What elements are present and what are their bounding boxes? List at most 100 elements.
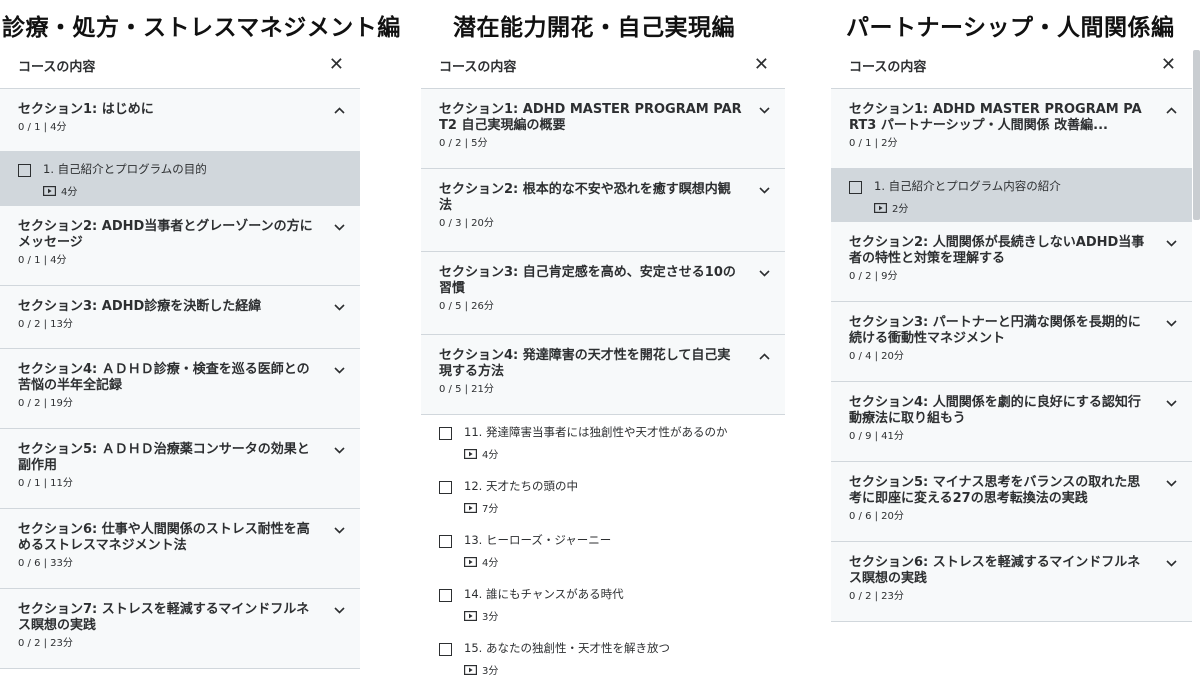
section-progress: 0 / 1 | 4分 (18, 255, 67, 266)
lesson-body: 11. 発達障害当事者には独創性や天才性があるのか 4分 (464, 425, 769, 463)
chevron-down-icon[interactable] (758, 104, 770, 116)
section-header[interactable]: セクション1: はじめに 0 / 1 | 4分 (0, 89, 360, 152)
lesson-item[interactable]: 14. 誰にもチャンスがある時代 3分 (421, 577, 785, 631)
close-icon[interactable]: ✕ (329, 56, 344, 74)
section-header[interactable]: セクション2: 根本的な不安や恐れを癒す瞑想内観法 0 / 3 | 20分 (421, 169, 785, 252)
chevron-down-icon[interactable] (1165, 317, 1177, 329)
chevron-down-icon[interactable] (333, 604, 345, 616)
section-title: セクション5: ＡＤＨＤ治療薬コンサータの効果と副作用 (18, 442, 310, 473)
chevron-down-icon[interactable] (1165, 237, 1177, 249)
chevron-down-icon[interactable] (333, 444, 345, 456)
chevron-down-icon[interactable] (333, 364, 345, 376)
section-header[interactable]: セクション5: ＡＤＨＤ治療薬コンサータの効果と副作用 0 / 1 | 11分 (0, 429, 360, 509)
chevron-down-icon[interactable] (758, 184, 770, 196)
section-progress: 0 / 1 | 11分 (18, 478, 73, 489)
lesson-item[interactable]: 15. あなたの独創性・天才性を解き放つ 3分 (421, 631, 785, 685)
lesson-duration: 3分 (464, 608, 769, 623)
lesson-body: 12. 天才たちの頭の中 7分 (464, 479, 769, 517)
section-header[interactable]: セクション4: ＡＤＨＤ診療・検査を巡る医師との苦悩の半年全記録 0 / 2 | … (0, 349, 360, 429)
checkbox-icon[interactable] (18, 164, 31, 177)
section-progress: 0 / 6 | 33分 (18, 558, 73, 569)
checkbox-icon[interactable] (439, 643, 452, 656)
duration-text: 2分 (892, 204, 909, 215)
lesson-body: 15. あなたの独創性・天才性を解き放つ 3分 (464, 641, 769, 679)
section-header[interactable]: セクション1: ADHD MASTER PROGRAM PART2 自己実現編の… (421, 89, 785, 169)
section-header[interactable]: セクション7: ストレスを軽減するマインドフルネス瞑想の実践 0 / 2 | 23… (0, 589, 360, 669)
chevron-down-icon[interactable] (333, 301, 345, 313)
section-header[interactable]: セクション3: パートナーと円満な関係を長期的に続ける衝動性マネジメント 0 / … (831, 302, 1192, 382)
section-header[interactable]: セクション2: 人間関係が長続きしないADHD当事者の特性と対策を理解する 0 /… (831, 222, 1192, 302)
duration-text: 4分 (61, 187, 78, 198)
section-progress: 0 / 2 | 13分 (18, 319, 73, 330)
section-title: セクション1: ADHD MASTER PROGRAM PART3 パートナーシ… (849, 102, 1142, 133)
panel-header: コースの内容 ✕ (0, 42, 360, 89)
panel-title: コースの内容 (439, 59, 517, 75)
video-play-icon (43, 185, 56, 196)
section-header[interactable]: セクション2: ADHD当事者とグレーゾーンの方にメッセージ 0 / 1 | 4分 (0, 206, 360, 286)
section-progress: 0 / 2 | 19分 (18, 398, 73, 409)
checkbox-icon[interactable] (439, 481, 452, 494)
checkbox-icon[interactable] (849, 181, 862, 194)
section-header[interactable]: セクション1: ADHD MASTER PROGRAM PART3 パートナーシ… (831, 89, 1192, 169)
section-title: セクション4: ＡＤＨＤ診療・検査を巡る医師との苦悩の半年全記録 (18, 362, 310, 393)
scrollbar[interactable] (1193, 50, 1200, 220)
close-icon[interactable]: ✕ (1161, 56, 1176, 74)
section-progress: 0 / 2 | 5分 (439, 138, 488, 149)
duration-text: 4分 (482, 558, 499, 569)
section-header[interactable]: セクション6: 仕事や人間関係のストレス耐性を高めるストレスマネジメント法 0 /… (0, 509, 360, 589)
lesson-duration: 4分 (43, 183, 344, 198)
section-progress: 0 / 2 | 23分 (849, 591, 904, 602)
chevron-up-icon[interactable] (1165, 104, 1177, 116)
chevron-up-icon[interactable] (758, 350, 770, 362)
checkbox-icon[interactable] (439, 589, 452, 602)
checkbox-icon[interactable] (439, 427, 452, 440)
section-title: セクション5: マイナス思考をバランスの取れた思考に即座に変える27の思考転換法… (849, 475, 1141, 506)
column-heading-2: 潜在能力開花・自己実現編 (453, 15, 735, 41)
column-heading-3: パートナーシップ・人間関係編 (846, 15, 1175, 41)
lesson-item[interactable]: 12. 天才たちの頭の中 7分 (421, 469, 785, 523)
close-icon[interactable]: ✕ (754, 56, 769, 74)
section-header[interactable]: セクション3: 自己肯定感を高め、安定させる10の習慣 0 / 5 | 26分 (421, 252, 785, 335)
chevron-down-icon[interactable] (1165, 477, 1177, 489)
lesson-duration: 4分 (464, 554, 769, 569)
chevron-down-icon[interactable] (1165, 557, 1177, 569)
section-title: セクション2: 根本的な不安や恐れを癒す瞑想内観法 (439, 182, 731, 213)
section-progress: 0 / 3 | 20分 (439, 218, 494, 229)
section-progress: 0 / 5 | 21分 (439, 384, 494, 395)
section-header[interactable]: セクション4: 発達障害の天才性を開花して自己実現する方法 0 / 5 | 21分 (421, 335, 785, 415)
chevron-down-icon[interactable] (333, 221, 345, 233)
lesson-item[interactable]: 11. 発達障害当事者には独創性や天才性があるのか 4分 (421, 415, 785, 469)
section-header[interactable]: セクション3: ADHD診療を決断した経緯 0 / 2 | 13分 (0, 286, 360, 349)
chevron-up-icon[interactable] (333, 104, 345, 116)
chevron-down-icon[interactable] (758, 267, 770, 279)
video-play-icon (464, 502, 477, 513)
lesson-title: 12. 天才たちの頭の中 (464, 479, 578, 493)
section-header[interactable]: セクション6: ストレスを軽減するマインドフルネス瞑想の実践 0 / 2 | 23… (831, 542, 1192, 622)
section-title: セクション4: 人間関係を劇的に良好にする認知行動療法に取り組もう (849, 395, 1141, 426)
column-heading-1: 診療・処方・ストレスマネジメント編 (2, 15, 401, 41)
video-play-icon (464, 664, 477, 675)
panel-header: コースの内容 ✕ (831, 42, 1192, 89)
section-title: セクション7: ストレスを軽減するマインドフルネス瞑想の実践 (18, 602, 310, 633)
section-title: セクション6: ストレスを軽減するマインドフルネス瞑想の実践 (849, 555, 1141, 586)
section-title: セクション4: 発達障害の天才性を開花して自己実現する方法 (439, 348, 731, 379)
chevron-down-icon[interactable] (333, 524, 345, 536)
lesson-title: 11. 発達障害当事者には独創性や天才性があるのか (464, 425, 728, 439)
section-header[interactable]: セクション4: 人間関係を劇的に良好にする認知行動療法に取り組もう 0 / 9 |… (831, 382, 1192, 462)
lesson-item[interactable]: 1. 自己紹介とプログラムの目的 4分 (0, 152, 360, 206)
section-title: セクション2: ADHD当事者とグレーゾーンの方にメッセージ (18, 219, 313, 250)
checkbox-icon[interactable] (439, 535, 452, 548)
chevron-down-icon[interactable] (1165, 397, 1177, 409)
section-progress: 0 / 9 | 41分 (849, 431, 904, 442)
section-title: セクション3: ADHD診療を決断した経緯 (18, 299, 262, 314)
lesson-item[interactable]: 13. ヒーローズ・ジャーニー 4分 (421, 523, 785, 577)
lesson-item[interactable]: 1. 自己紹介とプログラム内容の紹介 2分 (831, 169, 1192, 222)
section-progress: 0 / 4 | 20分 (849, 351, 904, 362)
section-title: セクション1: はじめに (18, 102, 154, 117)
video-play-icon (464, 556, 477, 567)
lesson-duration: 4分 (464, 446, 769, 461)
section-header[interactable]: セクション5: マイナス思考をバランスの取れた思考に即座に変える27の思考転換法… (831, 462, 1192, 542)
duration-text: 3分 (482, 666, 499, 677)
lesson-title: 14. 誰にもチャンスがある時代 (464, 587, 624, 601)
course-content-panel-2: コースの内容 ✕ セクション1: ADHD MASTER PROGRAM PART2… (421, 42, 785, 685)
